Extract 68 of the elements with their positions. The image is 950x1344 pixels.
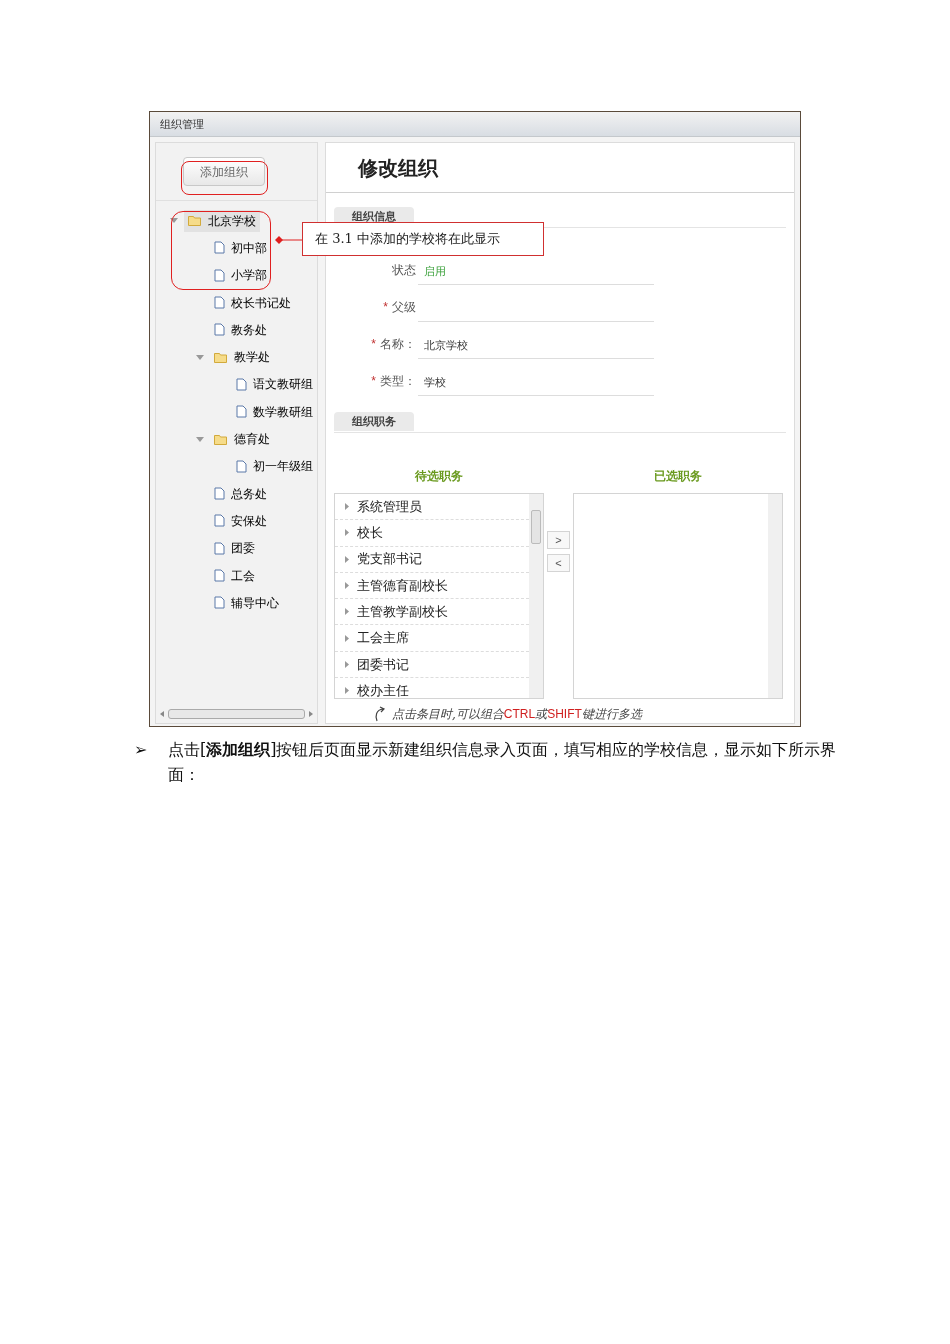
required-mark: * [371,373,376,390]
document-icon [214,323,225,337]
caret-icon [170,218,178,224]
vertical-scrollbar[interactable] [529,494,543,698]
tree-item[interactable]: 初一年级组 [232,455,317,478]
tree-item[interactable]: 团委 [210,537,259,560]
document-icon [214,487,225,501]
expand-arrow-icon [345,503,349,511]
folder-icon [214,433,228,445]
window-title: 组织管理 [160,116,204,132]
field-label: 类型： [380,373,416,390]
tree-item[interactable]: 教务处 [210,318,271,341]
page-title: 修改组织 [358,155,438,181]
list-header: 待选职务 [415,468,463,485]
tree-item[interactable]: 校长书记处 [210,291,295,314]
expand-arrow-icon [345,608,349,616]
document-icon [214,241,225,255]
move-right-button[interactable]: > [547,531,570,549]
tree-item[interactable]: 北京学校 [184,209,260,232]
horizontal-scrollbar[interactable] [158,707,315,721]
document-icon [214,268,225,282]
required-mark: * [371,336,376,353]
folder-icon [188,215,202,227]
callout-box: 在 3.1 中添加的学校将在此显示 [302,222,544,256]
list-header: 已选职务 [654,468,702,485]
expand-arrow-icon [345,582,349,590]
move-left-button[interactable]: < [547,554,570,572]
instruction-paragraph: 点击[添加组织]按钮后页面显示新建组织信息录入页面，填写相应的学校信息，显示如下所示界面： [168,739,838,786]
tree-item[interactable]: 数学教研组 [232,400,317,423]
document-icon [214,541,225,555]
tree-item[interactable]: 工会 [210,564,259,587]
document-icon [236,405,247,419]
expand-arrow-icon [345,687,349,695]
document-icon [214,569,225,582]
expand-arrow-icon [345,634,349,642]
tree-item[interactable]: 德育处 [210,428,274,450]
add-organization-button[interactable]: 添加组织 [183,157,265,186]
expand-arrow-icon [345,555,349,563]
vertical-scrollbar[interactable] [768,494,782,698]
folder-icon [214,351,228,363]
tree-item[interactable]: 辅导中心 [210,591,283,614]
tree-item[interactable]: 初中部 [210,236,271,259]
bullet-icon: ➢ [134,737,168,787]
tree-item[interactable]: 语文教研组 [232,373,317,396]
tree-item[interactable]: 总务处 [210,482,271,505]
field-label: 父级 [392,299,416,316]
right-arrow-icon [309,711,313,717]
tree-item[interactable]: 安保处 [210,509,271,532]
field-value: 学校 [418,370,654,396]
document-icon [236,377,247,391]
multi-select-hint: 点击条目时,可以组合CTRL或SHIFT键进行多选 [392,706,642,723]
field-label: 状态 [392,262,416,279]
expand-arrow-icon [345,529,349,537]
document-icon [214,596,225,610]
document-icon [214,296,225,310]
document-icon [236,459,247,473]
leader-line [274,235,302,245]
document-icon [214,514,225,528]
caret-icon [196,354,204,360]
caret-icon [196,436,204,442]
expand-arrow-icon [345,660,349,668]
field-value: 启用 [418,259,654,285]
required-mark: * [383,299,388,316]
tree-item[interactable]: 教学处 [210,346,274,369]
tree-item[interactable]: 小学部 [210,264,271,287]
field-label: 名称： [380,336,416,353]
left-arrow-icon [160,711,164,717]
field-value: 北京学校 [418,333,654,359]
